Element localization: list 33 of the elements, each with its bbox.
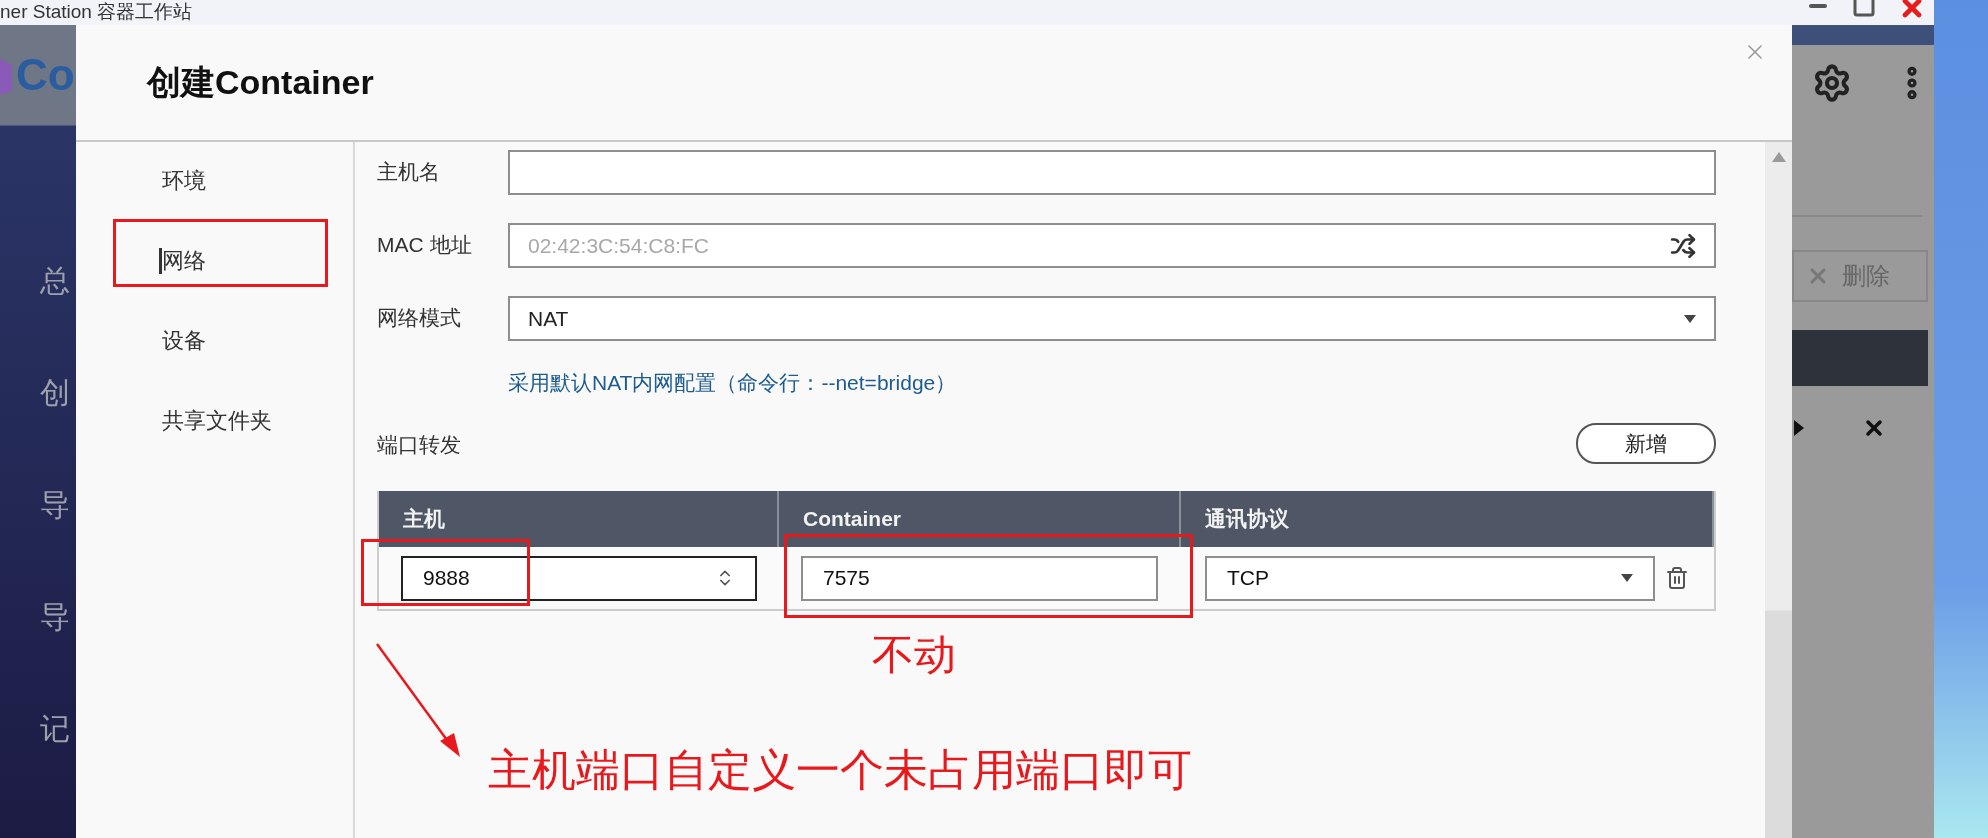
network-mode-select[interactable]: NAT — [508, 296, 1716, 341]
field-label: MAC 地址 — [377, 232, 473, 258]
container-port-input[interactable]: 7575 — [801, 555, 1158, 601]
section-label: 端口转发 — [377, 432, 461, 458]
annotation-text: 不动 — [872, 630, 956, 680]
hostname-field[interactable] — [508, 150, 1716, 195]
annotation-text: 主机端口自定义一个未占用端口即可 — [488, 744, 1192, 796]
add-button[interactable]: 新增 — [1576, 423, 1716, 464]
app-nav-label: 导 — [40, 486, 70, 523]
window-title: ner Station 容器工作站 — [0, 1, 193, 23]
app-nav-label: 总 — [40, 262, 70, 299]
scrollbar[interactable] — [1765, 142, 1792, 838]
field-label: 主机名 — [377, 159, 441, 185]
maximize-icon[interactable] — [1852, 0, 1876, 18]
app-nav-label: 记 — [40, 710, 70, 747]
caret-icon — [1684, 314, 1696, 323]
network-hint-link[interactable]: 采用默认NAT内网配置（命令行：--net=bridge） — [508, 369, 1716, 397]
app-nav-label: 导 — [40, 598, 70, 635]
dialog-nav-item[interactable]: 共享文件夹 — [162, 401, 353, 441]
dialog-title: 创建Container — [147, 61, 374, 103]
host-port-input[interactable]: 9888 — [401, 555, 757, 601]
caret-icon — [1621, 574, 1633, 582]
dialog-nav-item[interactable]: 网络 — [162, 241, 353, 281]
shuffle-icon[interactable] — [1670, 232, 1696, 259]
trash-icon[interactable] — [1665, 566, 1689, 590]
arrow-icon[interactable] — [1794, 420, 1804, 436]
app-nav-label: 创 — [40, 374, 70, 411]
dialog-nav-item[interactable]: 环境 — [162, 161, 353, 201]
dialog-nav-item[interactable]: 设备 — [162, 321, 353, 361]
logo-text: Co — [16, 50, 75, 100]
protocol-select[interactable]: TCP — [1205, 555, 1655, 601]
settings-icon[interactable] — [1812, 63, 1852, 103]
field-label: 网络模式 — [377, 305, 462, 331]
